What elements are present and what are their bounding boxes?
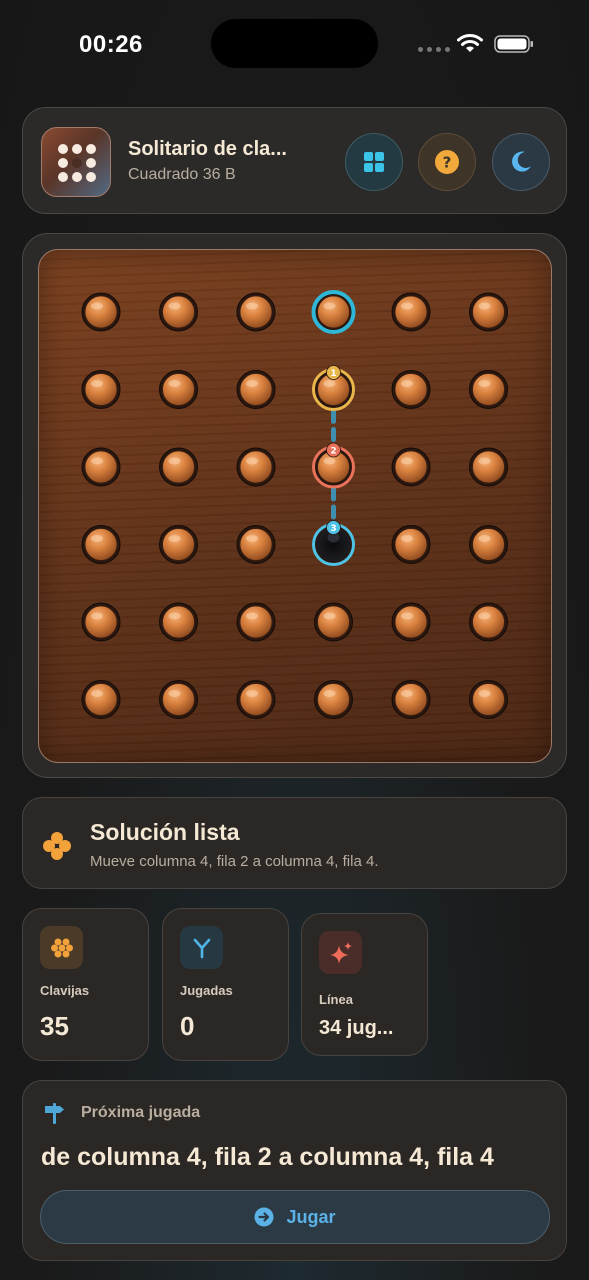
solution-card: Solución lista Mueve columna 4, fila 2 a… [22,797,567,889]
next-move-text: de columna 4, fila 2 a columna 4, fila 4 [41,1143,494,1171]
peg[interactable] [391,602,431,642]
wifi-icon [457,34,483,52]
peg[interactable] [469,525,508,564]
peg[interactable] [159,292,198,332]
theme-toggle-button[interactable] [492,133,550,191]
path-step-number: 2 [330,447,336,457]
peg[interactable] [81,370,121,409]
help-icon: ? [435,150,459,174]
peg[interactable] [159,370,198,409]
cellular-signal-icon [418,47,450,52]
header-card: Solitario de cla... Cuadrado 36 B ? [22,107,567,214]
pegs-icon [40,926,83,969]
board-canvas[interactable]: 1 2 3 [39,250,553,764]
board-select-button[interactable] [345,133,403,191]
battery-icon [494,35,533,53]
stat-value: 0 [180,1011,195,1041]
stat-value: 35 [40,1011,69,1041]
sparkle-icon [319,931,362,974]
status-bar: 00:26 [0,0,589,90]
app-title: Solitario de cla... [128,138,287,160]
peg[interactable] [81,680,121,719]
peg[interactable] [159,447,198,487]
stat-line: Línea 34 jug... [301,913,428,1056]
game-board[interactable]: 1 2 3 [38,249,552,763]
peg[interactable] [236,370,276,409]
svg-text:?: ? [443,154,452,172]
grid-icon [364,152,384,172]
peg[interactable] [469,370,508,409]
peg[interactable] [314,602,353,642]
peg[interactable] [159,680,198,719]
board-variant-subtitle: Cuadrado 36 B [128,166,236,183]
peg[interactable] [391,525,431,564]
solution-description: Mueve columna 4, fila 2 a columna 4, fil… [90,853,379,870]
peg[interactable] [81,292,121,332]
stat-label: Jugadas [180,983,233,998]
play-button[interactable]: Jugar [40,1190,550,1244]
peg[interactable] [236,447,276,487]
pegs-cluster-icon [43,832,71,860]
app-logo-icon [41,127,111,197]
stat-moves: Jugadas 0 [162,908,289,1061]
stat-value: 34 jug... [319,1017,394,1039]
peg[interactable] [469,602,508,642]
stat-label: Clavijas [40,983,90,998]
arrow-right-circle-icon [254,1207,274,1227]
stat-label: Línea [319,992,353,1007]
play-button-label: Jugar [286,1206,336,1227]
status-time: 00:26 [79,31,143,58]
peg[interactable] [314,680,353,719]
peg[interactable] [236,602,276,642]
peg[interactable] [81,447,121,487]
moon-icon [512,151,531,172]
peg[interactable] [236,292,276,332]
path-step-number: 1 [330,369,336,379]
peg[interactable] [236,525,276,564]
peg[interactable] [391,680,431,719]
solution-title: Solución lista [90,819,240,845]
help-button[interactable]: ? [418,133,476,191]
peg[interactable] [391,292,431,332]
dynamic-island [211,19,378,68]
peg[interactable] [81,525,121,564]
next-move-label: Próxima jugada [81,1104,201,1121]
peg[interactable] [469,680,508,719]
stat-pegs: Clavijas 35 [22,908,149,1061]
peg[interactable] [81,602,121,642]
peg[interactable] [391,370,431,409]
peg[interactable] [159,525,198,564]
fork-icon [180,926,223,969]
peg[interactable] [469,447,508,487]
signpost-icon [45,1103,64,1124]
peg[interactable] [469,292,508,332]
peg[interactable] [391,447,431,487]
path-step-number: 3 [330,524,336,534]
next-move-card: Próxima jugada de columna 4, fila 2 a co… [22,1080,567,1261]
peg[interactable] [159,602,198,642]
board-container: 1 2 3 [22,233,567,778]
peg[interactable] [236,680,276,719]
